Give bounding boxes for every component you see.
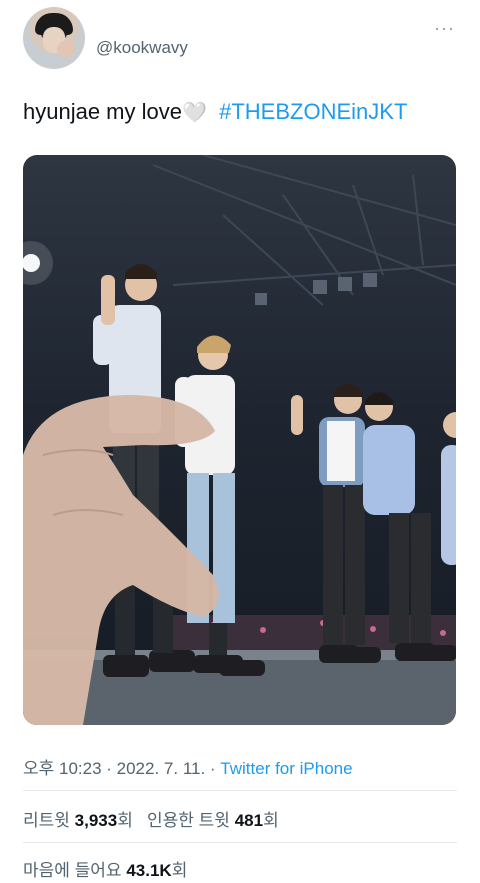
likes-unit: 회 xyxy=(171,861,188,880)
likes-stat[interactable]: 마음에 들어요 43.1K회 xyxy=(23,856,187,881)
tweet-text: hyunjae my love🤍 #THEBZONEinJKT xyxy=(23,99,407,125)
retweets-count[interactable]: 3,933 xyxy=(75,811,118,830)
tweet-text-body: hyunjae my love xyxy=(23,99,182,124)
stage-light-glow xyxy=(23,241,53,285)
divider xyxy=(23,842,457,843)
retweets-unit: 회 xyxy=(117,811,133,830)
avatar[interactable] xyxy=(23,7,85,69)
white-heart-icon: 🤍 xyxy=(181,102,207,124)
more-options-icon[interactable]: ··· xyxy=(434,18,455,39)
stage-truss xyxy=(152,155,456,306)
source-app-link[interactable]: Twitter for iPhone xyxy=(220,759,352,778)
stage-light xyxy=(338,277,352,291)
performer xyxy=(441,412,456,565)
hashtag-link[interactable]: #THEBZONEinJKT xyxy=(219,99,407,124)
avatar-hand xyxy=(57,41,75,57)
stage-light xyxy=(255,293,267,305)
tweet-timestamp: 오후 10:23 · 2022. 7. 11. · Twitter for iP… xyxy=(23,754,353,779)
quotes-count[interactable]: 481 xyxy=(235,811,263,830)
engagement-stats: 리트윗 3,933회 인용한 트윗 481회 xyxy=(23,806,279,831)
divider xyxy=(23,790,457,791)
tweet-photo[interactable] xyxy=(23,155,456,725)
retweets-label[interactable]: 리트윗 xyxy=(23,811,70,830)
quotes-label[interactable]: 인용한 트윗 xyxy=(147,811,230,830)
quotes-unit: 회 xyxy=(263,811,279,830)
stage-light xyxy=(363,273,377,287)
concert-photo-illustration xyxy=(23,155,456,725)
stage-light xyxy=(313,280,327,294)
timestamp-text: 오후 10:23 · 2022. 7. 11. · xyxy=(23,759,221,778)
likes-count: 43.1K xyxy=(126,861,172,880)
likes-label: 마음에 들어요 xyxy=(23,861,122,880)
user-handle[interactable]: @kookwavy xyxy=(96,38,188,58)
